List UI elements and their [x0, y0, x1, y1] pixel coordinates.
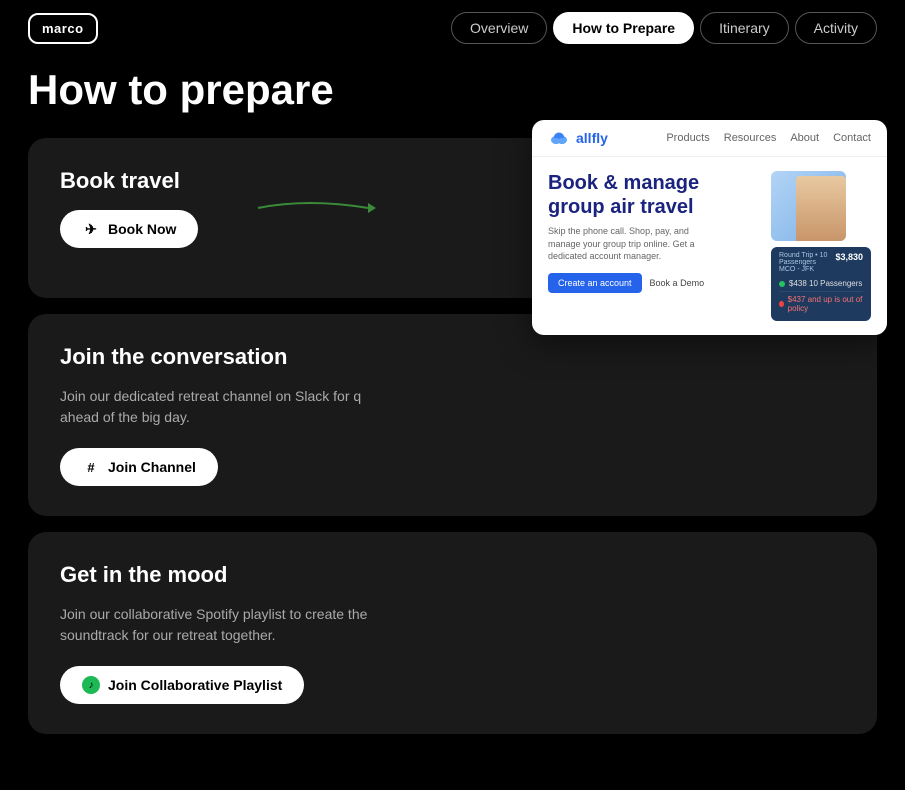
allfly-hero-image: [771, 171, 846, 241]
nav-link-overview[interactable]: Overview: [451, 12, 547, 44]
allfly-logo: allfly: [548, 130, 608, 146]
get-in-mood-desc: Join our collaborative Spotify playlist …: [60, 604, 400, 646]
nav-link-itinerary[interactable]: Itinerary: [700, 12, 789, 44]
allfly-headline: Book & manage group air travel: [548, 171, 759, 219]
join-conversation-title: Join the conversation: [60, 344, 845, 370]
join-collaborative-playlist-button[interactable]: ♪ Join Collaborative Playlist: [60, 666, 304, 704]
logo: marco: [28, 13, 98, 44]
allfly-price-card: Round Trip • 10 Passengers MCO - JFK $3,…: [771, 247, 871, 321]
join-conversation-card: Join the conversation Join our dedicated…: [28, 314, 877, 516]
allfly-subtext: Skip the phone call. Shop, pay, and mana…: [548, 225, 723, 263]
allfly-right-panel: Round Trip • 10 Passengers MCO - JFK $3,…: [771, 171, 871, 321]
allfly-text-block: Book & manage group air travel Skip the …: [548, 171, 759, 293]
spotify-icon: ♪: [82, 676, 100, 694]
book-now-button[interactable]: ✈ Book Now: [60, 210, 198, 248]
allfly-price-row-1: $438 10 Passengers: [779, 276, 863, 292]
nav-links: Overview How to Prepare Itinerary Activi…: [451, 12, 877, 44]
allfly-body: Book & manage group air travel Skip the …: [532, 157, 887, 335]
allfly-logo-text: allfly: [576, 130, 608, 146]
allfly-preview: allfly Products Resources About Contact …: [532, 120, 887, 335]
allfly-person-silhouette: [796, 176, 846, 241]
slack-icon: #: [82, 458, 100, 476]
red-dot: [779, 301, 784, 307]
nav-link-how-to-prepare[interactable]: How to Prepare: [553, 12, 694, 44]
allfly-trip-type: Round Trip • 10 Passengers: [779, 252, 835, 266]
allfly-price-row-2: $437 and up is out of policy: [779, 292, 863, 316]
main-content: How to prepare Book travel ✈ Book Now: [0, 56, 905, 790]
page-title: How to prepare: [28, 66, 877, 114]
allfly-nav: allfly Products Resources About Contact: [532, 120, 887, 157]
join-channel-button[interactable]: # Join Channel: [60, 448, 218, 486]
allfly-route: MCO - JFK: [779, 266, 835, 273]
nav-link-activity[interactable]: Activity: [795, 12, 877, 44]
allfly-create-account-button[interactable]: Create an account: [548, 273, 642, 293]
arrow: [248, 193, 378, 228]
allfly-book-demo-button[interactable]: Book a Demo: [650, 273, 705, 293]
get-in-mood-title: Get in the mood: [60, 562, 845, 588]
book-travel-card: Book travel ✈ Book Now: [28, 138, 877, 298]
allfly-price: $3,830: [835, 252, 863, 273]
plane-icon: ✈: [82, 220, 100, 238]
get-in-mood-card: Get in the mood Join our collaborative S…: [28, 532, 877, 734]
allfly-buttons: Create an account Book a Demo: [548, 273, 759, 293]
join-conversation-desc: Join our dedicated retreat channel on Sl…: [60, 386, 400, 428]
allfly-card-header: Round Trip • 10 Passengers MCO - JFK $3,…: [779, 252, 863, 273]
allfly-nav-links: Products Resources About Contact: [666, 132, 871, 144]
navigation: marco Overview How to Prepare Itinerary …: [0, 0, 905, 56]
green-dot: [779, 281, 785, 287]
